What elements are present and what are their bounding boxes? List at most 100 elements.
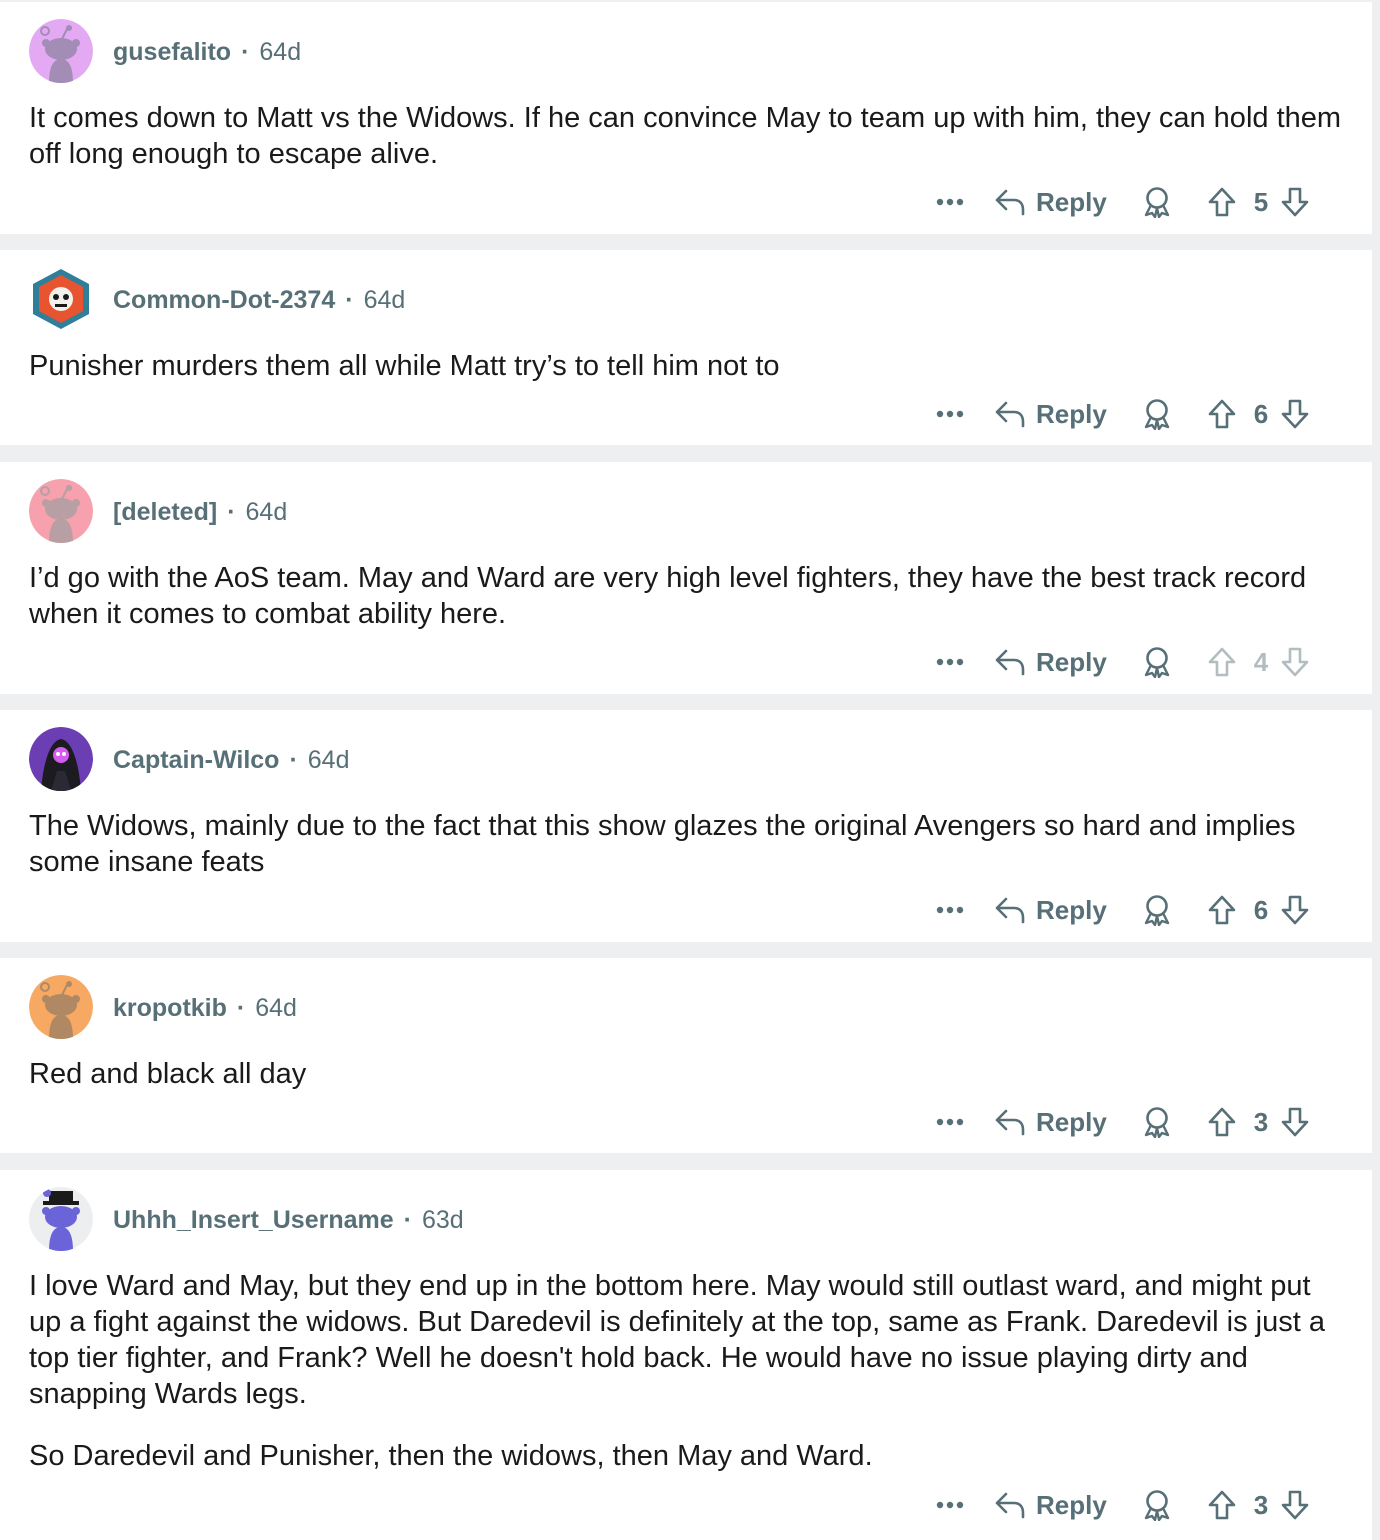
comment-meta: Captain-Wilco · 64d bbox=[113, 745, 350, 775]
comment-body: The Widows, mainly due to the fact that … bbox=[29, 808, 1344, 880]
comment-actions: Reply 6 bbox=[932, 890, 1372, 930]
snoo-hat-avatar-icon[interactable] bbox=[29, 1187, 93, 1251]
more-options-button[interactable] bbox=[932, 890, 968, 930]
reply-button[interactable]: Reply bbox=[994, 182, 1107, 222]
comment: Common-Dot-2374 · 64d Punisher murders the… bbox=[0, 250, 1372, 445]
reply-button[interactable]: Reply bbox=[994, 1102, 1107, 1142]
upvote-arrow-icon bbox=[1207, 398, 1237, 430]
comment-meta: Uhhh_Insert_Username · 63d bbox=[113, 1205, 464, 1235]
reply-arrow-icon bbox=[994, 1490, 1026, 1520]
comment-actions: Reply 5 bbox=[932, 182, 1372, 222]
upvote-button[interactable] bbox=[1207, 1102, 1237, 1142]
comment-body: I’d go with the AoS team. May and Ward a… bbox=[29, 560, 1344, 632]
vote-score: 3 bbox=[1253, 1489, 1269, 1520]
downvote-button[interactable] bbox=[1280, 1102, 1310, 1142]
downvote-arrow-icon bbox=[1280, 186, 1310, 218]
username-link[interactable]: Common-Dot-2374 bbox=[113, 286, 335, 314]
separator-dot: · bbox=[227, 498, 236, 526]
more-options-button[interactable] bbox=[932, 1102, 968, 1142]
vote-score: 6 bbox=[1253, 894, 1269, 925]
reply-button[interactable]: Reply bbox=[994, 1485, 1107, 1525]
comment-age: 63d bbox=[421, 1206, 464, 1234]
more-options-button[interactable] bbox=[932, 642, 968, 682]
comment-meta: Common-Dot-2374 · 64d bbox=[113, 285, 405, 315]
reply-label: Reply bbox=[1036, 1489, 1107, 1520]
hexagon-avatar-icon[interactable] bbox=[29, 267, 93, 331]
more-options-button[interactable] bbox=[932, 182, 968, 222]
award-ribbon-icon bbox=[1142, 186, 1172, 218]
award-button[interactable] bbox=[1142, 394, 1172, 434]
award-button[interactable] bbox=[1142, 182, 1172, 222]
comment-age: 64d bbox=[245, 498, 288, 526]
comment-meta: gusefalito · 64d bbox=[113, 37, 301, 67]
comment: gusefalito · 64d It comes down to Matt vs … bbox=[0, 2, 1372, 234]
username-link[interactable]: [deleted] bbox=[113, 498, 217, 526]
comment: [deleted] · 64d I’d go with the AoS team. … bbox=[0, 462, 1372, 694]
snoo-avatar-icon[interactable] bbox=[29, 975, 93, 1039]
reply-arrow-icon bbox=[994, 1107, 1026, 1137]
downvote-arrow-icon bbox=[1280, 398, 1310, 430]
downvote-button[interactable] bbox=[1280, 642, 1310, 682]
reply-arrow-icon bbox=[994, 187, 1026, 217]
upvote-arrow-icon bbox=[1207, 646, 1237, 678]
comment-paragraph: So Daredevil and Punisher, then the wido… bbox=[29, 1440, 873, 1472]
award-button[interactable] bbox=[1142, 642, 1172, 682]
award-button[interactable] bbox=[1142, 890, 1172, 930]
reply-button[interactable]: Reply bbox=[994, 890, 1107, 930]
comment-paragraph: I love Ward and May, but they end up in … bbox=[29, 1270, 1325, 1410]
reply-label: Reply bbox=[1036, 646, 1107, 677]
snoo-avatar-icon[interactable] bbox=[29, 479, 93, 543]
downvote-button[interactable] bbox=[1280, 182, 1310, 222]
reply-label: Reply bbox=[1036, 1106, 1107, 1137]
upvote-button[interactable] bbox=[1207, 1485, 1237, 1525]
comment-paragraph: Red and black all day bbox=[29, 1058, 307, 1090]
reply-label: Reply bbox=[1036, 894, 1107, 925]
upvote-arrow-icon bbox=[1207, 1489, 1237, 1521]
award-button[interactable] bbox=[1142, 1485, 1172, 1525]
hooded-figure-avatar-icon[interactable] bbox=[29, 727, 93, 791]
award-ribbon-icon bbox=[1142, 646, 1172, 678]
upvote-button[interactable] bbox=[1207, 890, 1237, 930]
username-link[interactable]: Captain-Wilco bbox=[113, 746, 279, 774]
upvote-button[interactable] bbox=[1207, 642, 1237, 682]
downvote-button[interactable] bbox=[1280, 1485, 1310, 1525]
separator-dot: · bbox=[289, 746, 298, 774]
snoo-avatar-icon[interactable] bbox=[29, 19, 93, 83]
username-link[interactable]: Uhhh_Insert_Username bbox=[113, 1206, 394, 1234]
username-link[interactable]: kropotkib bbox=[113, 994, 227, 1022]
comment-actions: Reply 3 bbox=[932, 1102, 1372, 1142]
downvote-arrow-icon bbox=[1280, 894, 1310, 926]
more-icon bbox=[936, 906, 964, 914]
award-ribbon-icon bbox=[1142, 894, 1172, 926]
downvote-arrow-icon bbox=[1280, 1106, 1310, 1138]
reply-label: Reply bbox=[1036, 398, 1107, 429]
more-options-button[interactable] bbox=[932, 1485, 968, 1525]
comment-paragraph: It comes down to Matt vs the Widows. If … bbox=[29, 102, 1342, 170]
separator-dot: · bbox=[403, 1206, 412, 1234]
upvote-button[interactable] bbox=[1207, 394, 1237, 434]
more-options-button[interactable] bbox=[932, 394, 968, 434]
downvote-button[interactable] bbox=[1280, 394, 1310, 434]
more-icon bbox=[936, 658, 964, 666]
username-link[interactable]: gusefalito bbox=[113, 38, 231, 66]
award-ribbon-icon bbox=[1142, 1489, 1172, 1521]
comment-age: 64d bbox=[259, 38, 302, 66]
reply-button[interactable]: Reply bbox=[994, 394, 1107, 434]
award-button[interactable] bbox=[1142, 1102, 1172, 1142]
downvote-arrow-icon bbox=[1280, 1489, 1310, 1521]
award-ribbon-icon bbox=[1142, 1106, 1172, 1138]
more-icon bbox=[936, 1501, 964, 1509]
comment-age: 64d bbox=[363, 286, 406, 314]
comment-paragraph: I’d go with the AoS team. May and Ward a… bbox=[29, 562, 1307, 630]
comment-body: Punisher murders them all while Matt try… bbox=[29, 348, 1344, 384]
award-ribbon-icon bbox=[1142, 398, 1172, 430]
reply-button[interactable]: Reply bbox=[994, 642, 1107, 682]
vote-score: 6 bbox=[1253, 398, 1269, 429]
comment-paragraph: Punisher murders them all while Matt try… bbox=[29, 350, 780, 382]
more-icon bbox=[936, 1118, 964, 1126]
upvote-arrow-icon bbox=[1207, 1106, 1237, 1138]
comment-meta: kropotkib · 64d bbox=[113, 993, 297, 1023]
comment-age: 64d bbox=[255, 994, 297, 1022]
downvote-button[interactable] bbox=[1280, 890, 1310, 930]
upvote-button[interactable] bbox=[1207, 182, 1237, 222]
